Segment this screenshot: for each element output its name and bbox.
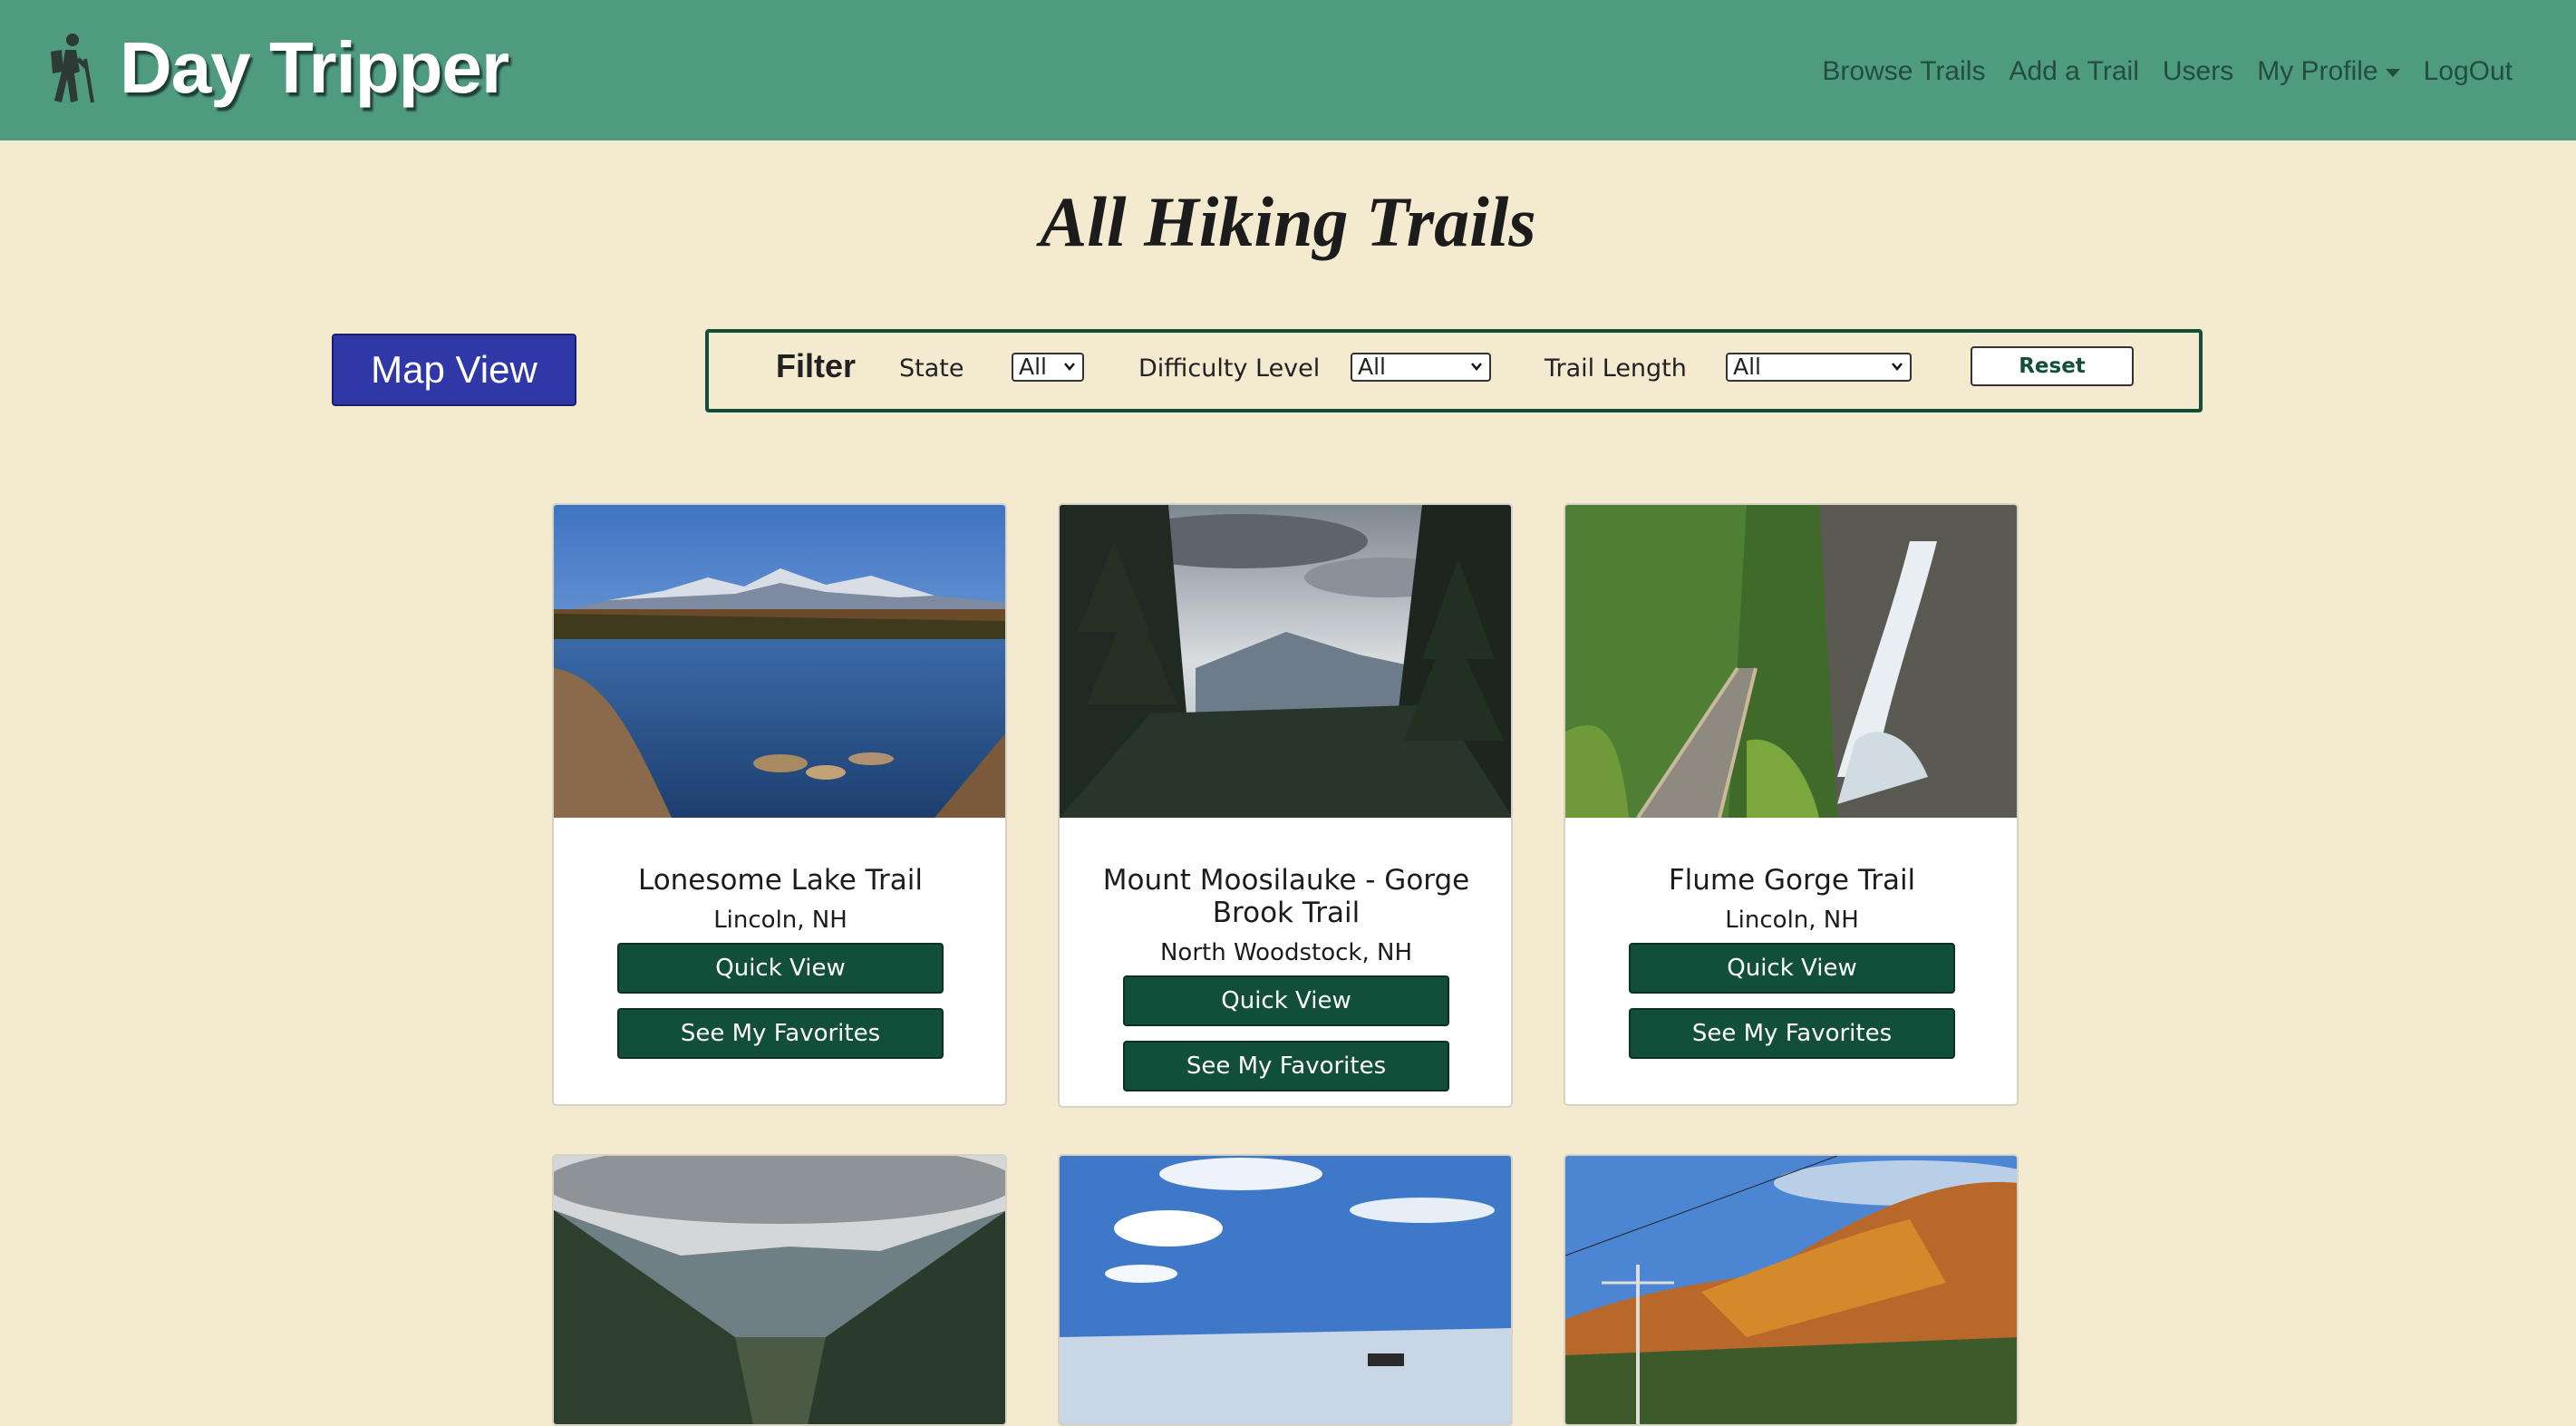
nav-links: Browse Trails Add a Trail Users My Profi… — [1798, 56, 2513, 87]
state-label: State — [899, 354, 964, 383]
trail-location: Lincoln, NH — [1725, 907, 1859, 934]
nav-my-profile-dropdown[interactable]: My Profile — [2257, 56, 2400, 87]
brand-name: Day Tripper — [120, 27, 509, 108]
nav-users[interactable]: Users — [2163, 56, 2233, 87]
difficulty-label: Difficulty Level — [1138, 354, 1321, 383]
trail-photo[interactable] — [1565, 505, 2019, 818]
trail-card — [552, 1154, 1007, 1426]
see-favorites-button[interactable]: See My Favorites — [1629, 1008, 1955, 1059]
state-select[interactable]: All — [1012, 353, 1084, 382]
trail-card: Mount Moosilauke - Gorge Brook Trail Nor… — [1058, 503, 1513, 1108]
page-title: All Hiking Trails — [1040, 182, 1536, 261]
chevron-down-icon — [1064, 363, 1075, 371]
chevron-down-icon — [1892, 363, 1903, 371]
trail-name: Flume Gorge Trail — [1668, 864, 1916, 897]
see-favorites-button[interactable]: See My Favorites — [617, 1008, 944, 1059]
state-select-value: All — [1019, 354, 1047, 380]
nav-browse-trails[interactable]: Browse Trails — [1822, 56, 1985, 87]
difficulty-select-value: All — [1358, 354, 1386, 380]
navbar: Day Tripper Browse Trails Add a Trail Us… — [0, 0, 2576, 141]
filter-title: Filter — [776, 347, 857, 384]
map-view-button[interactable]: Map View — [332, 334, 576, 406]
brand-logo[interactable]: Day Tripper — [38, 18, 509, 118]
trail-photo[interactable] — [554, 505, 1007, 818]
quick-view-button[interactable]: Quick View — [1123, 975, 1449, 1026]
trail-length-label: Trail Length — [1545, 354, 1687, 383]
reset-button[interactable]: Reset — [1971, 346, 2134, 386]
trail-card: Lonesome Lake Trail Lincoln, NH Quick Vi… — [552, 503, 1007, 1106]
hiker-icon — [51, 34, 94, 103]
trail-length-select-value: All — [1733, 354, 1761, 380]
nav-add-trail[interactable]: Add a Trail — [2009, 56, 2138, 87]
see-favorites-button[interactable]: See My Favorites — [1123, 1041, 1449, 1091]
trail-name: Lonesome Lake Trail — [637, 864, 924, 897]
trail-length-select[interactable]: All — [1726, 353, 1912, 382]
difficulty-select[interactable]: All — [1351, 353, 1491, 382]
trail-location: North Woodstock, NH — [1159, 939, 1412, 966]
trail-photo[interactable] — [1060, 505, 1513, 818]
trail-card — [1058, 1154, 1513, 1426]
trail-photo[interactable] — [554, 1156, 1007, 1426]
trail-card: Flume Gorge Trail Lincoln, NH Quick View… — [1564, 503, 2019, 1106]
quick-view-button[interactable]: Quick View — [1629, 943, 1955, 994]
trail-card — [1564, 1154, 2019, 1426]
quick-view-button[interactable]: Quick View — [617, 943, 944, 994]
trail-photo[interactable] — [1060, 1156, 1513, 1426]
nav-my-profile-label: My Profile — [2257, 56, 2378, 86]
nav-logout[interactable]: LogOut — [2424, 56, 2513, 87]
chevron-down-icon — [1471, 363, 1482, 371]
trail-location: Lincoln, NH — [713, 907, 847, 934]
filter-bar: Filter State All Difficulty Level All Tr… — [705, 329, 2203, 412]
trail-photo[interactable] — [1565, 1156, 2019, 1426]
caret-down-icon — [2385, 68, 2400, 77]
trail-name: Mount Moosilauke - Gorge Brook Trail — [1102, 864, 1470, 929]
